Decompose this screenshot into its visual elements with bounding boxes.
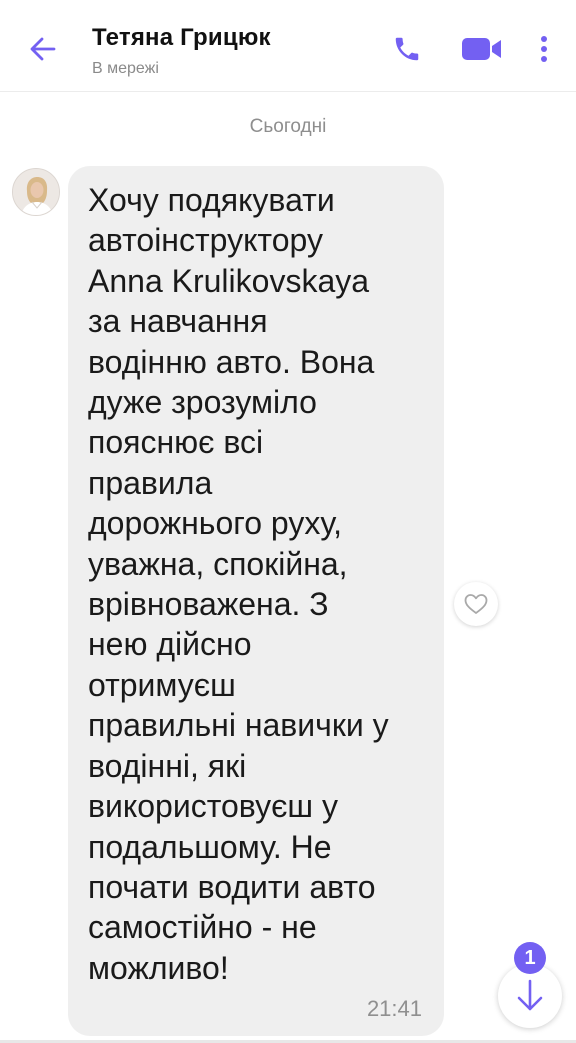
video-camera-icon [462,38,501,60]
more-vertical-icon [541,36,547,62]
back-button[interactable] [24,30,62,68]
chat-header: Тетяна Грицюк В мережі [0,0,576,92]
user-photo-icon [13,169,59,215]
contact-status: В мережі [92,60,159,77]
date-separator: Сьогодні [249,116,327,137]
like-button[interactable] [454,582,498,626]
heart-icon [464,594,488,614]
message-text: Хочу подякувати автоінструктору Anna Kru… [88,182,389,986]
message-time: 21:41 [366,996,422,1021]
arrow-left-icon [30,37,56,61]
phone-icon [395,37,419,61]
more-options-button[interactable] [530,30,558,68]
call-button[interactable] [388,30,426,68]
unread-count-badge: 1 [514,942,546,974]
video-call-button[interactable] [458,30,506,68]
avatar[interactable] [12,168,60,216]
arrow-down-icon [517,979,543,1011]
message-bubble[interactable]: Хочу подякувати автоінструктору Anna Kru… [68,166,444,1036]
contact-name[interactable]: Тетяна Грицюк [92,24,271,52]
